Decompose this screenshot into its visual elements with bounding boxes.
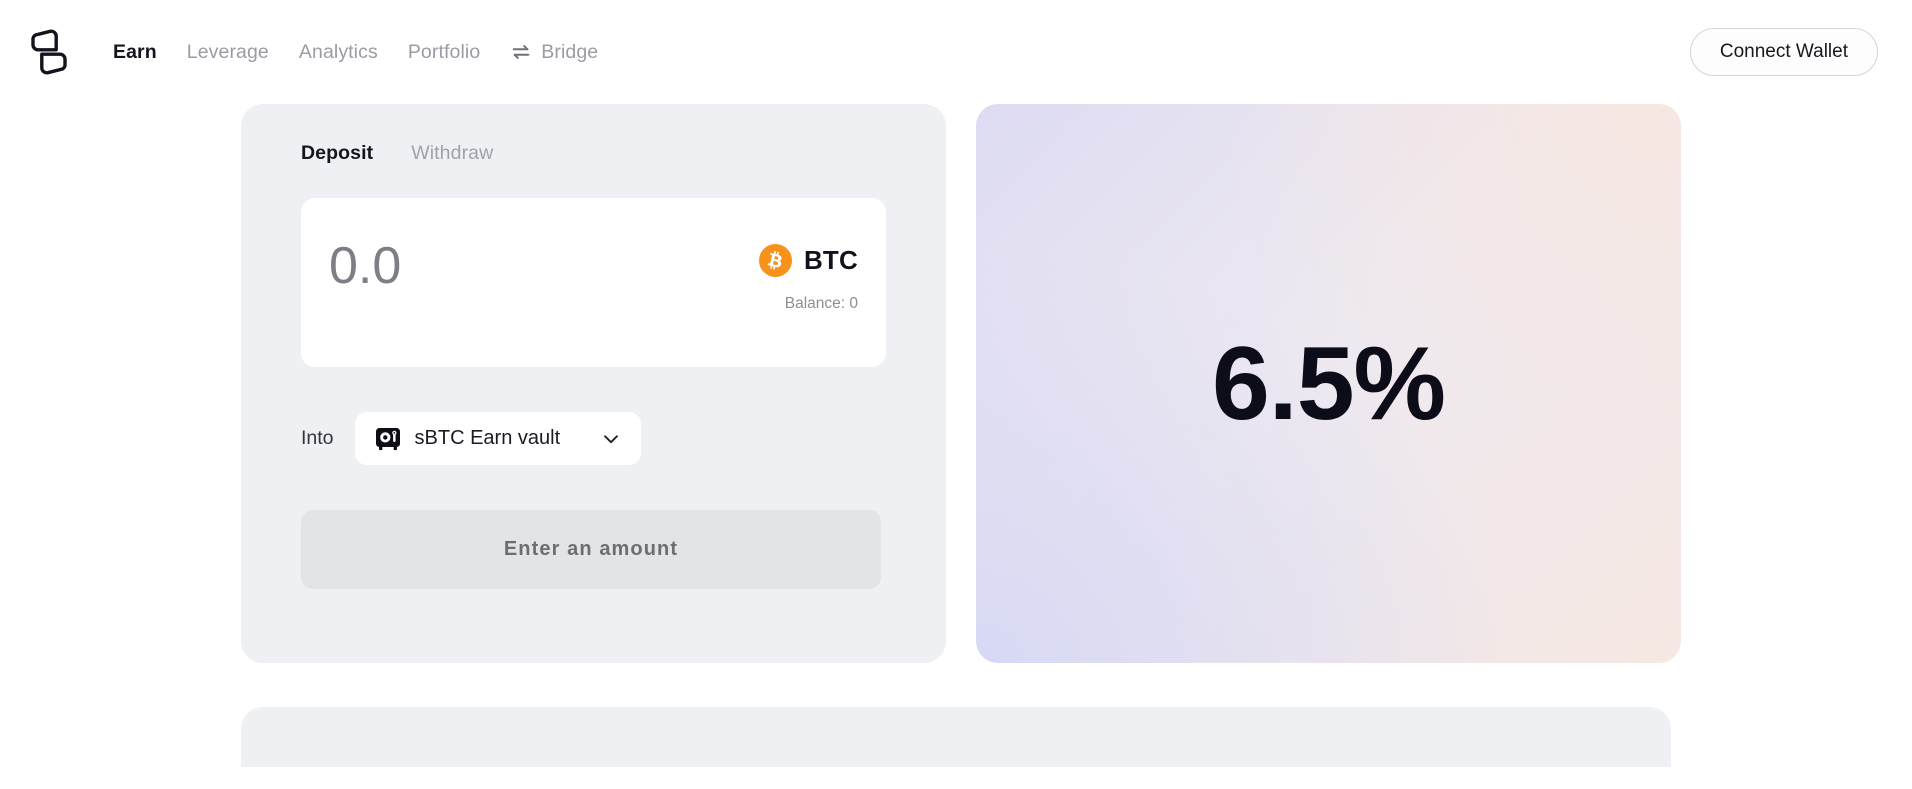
deposit-withdraw-tabs: Deposit Withdraw xyxy=(301,142,886,165)
nav-item-leverage[interactable]: Leverage xyxy=(172,35,284,70)
main-nav: Earn Leverage Analytics Portfolio Bridge xyxy=(98,35,613,70)
submit-deposit-button[interactable]: Enter an amount xyxy=(301,510,881,589)
token-selector[interactable]: BTC xyxy=(758,244,858,277)
destination-row: Into sBTC Earn vault xyxy=(301,412,886,465)
nav-item-label: Leverage xyxy=(186,40,269,63)
propeller-logo-icon[interactable] xyxy=(26,26,72,78)
into-label: Into xyxy=(301,427,334,449)
bitcoin-icon xyxy=(758,244,792,277)
vault-name: sBTC Earn vault xyxy=(414,427,561,449)
app-header: Earn Leverage Analytics Portfolio Bridge… xyxy=(0,0,1912,104)
chevron-down-icon[interactable] xyxy=(600,428,622,450)
token-symbol: BTC xyxy=(803,245,858,275)
tab-label: Withdraw xyxy=(411,142,494,164)
nav-item-earn[interactable]: Earn xyxy=(98,35,172,70)
swap-arrows-icon xyxy=(512,45,530,59)
cards-row: Deposit Withdraw BTC Balance: xyxy=(0,104,1912,663)
lower-panel-partial xyxy=(241,707,1671,767)
apy-value: 6.5% xyxy=(1211,325,1446,442)
nav-item-portfolio[interactable]: Portfolio xyxy=(393,35,495,70)
connect-wallet-button[interactable]: Connect Wallet xyxy=(1689,28,1878,76)
nav-item-label: Earn xyxy=(113,40,157,63)
vault-select[interactable]: sBTC Earn vault xyxy=(354,412,642,465)
nav-item-label: Analytics xyxy=(298,40,378,63)
nav-item-label: Bridge xyxy=(541,40,599,63)
amount-input[interactable] xyxy=(329,224,659,296)
nav-item-analytics[interactable]: Analytics xyxy=(284,35,393,70)
tab-label: Deposit xyxy=(301,142,374,164)
deposit-card: Deposit Withdraw BTC Balance: xyxy=(241,104,946,663)
token-column: BTC Balance: 0 xyxy=(758,224,858,313)
apy-highlight-card: 6.5% xyxy=(976,104,1681,663)
main-content: Deposit Withdraw BTC Balance: xyxy=(0,104,1912,767)
amount-input-box[interactable]: BTC Balance: 0 xyxy=(301,198,886,367)
tab-withdraw[interactable]: Withdraw xyxy=(411,142,493,165)
tab-deposit[interactable]: Deposit xyxy=(301,142,373,165)
nav-item-label: Portfolio xyxy=(407,40,481,63)
nav-item-bridge[interactable]: Bridge xyxy=(495,35,613,70)
vault-safe-icon xyxy=(375,427,400,450)
balance-label: Balance: 0 xyxy=(784,295,858,312)
